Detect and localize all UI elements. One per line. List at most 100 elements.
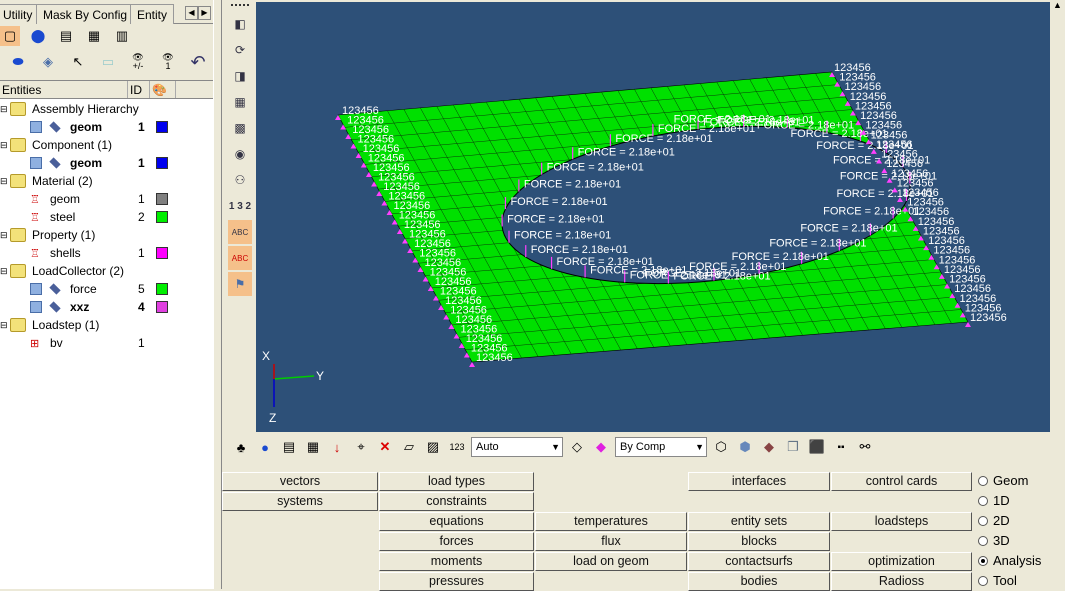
tree-row[interactable]: xxz 4 [0,298,213,316]
forces-button[interactable]: forces [379,532,534,551]
view-front-icon[interactable]: ◧ [228,12,252,36]
color-swatch[interactable] [156,193,168,205]
collapse-icon[interactable]: ⊟ [0,176,8,187]
color-swatch[interactable] [156,247,168,259]
rotate-view-icon[interactable]: ⟳ [228,38,252,62]
col-entities[interactable]: Entities [0,81,128,98]
tree-row[interactable]: ⊟ Property (1) [0,226,213,244]
tree-row[interactable]: ⊟ Material (2) [0,172,213,190]
radio-circle[interactable] [978,515,988,526]
load-on-geom-button[interactable]: load on geom [535,552,687,571]
element-shrink-icon[interactable]: ◆ [759,437,779,457]
radio-tool[interactable]: Tool [978,573,1017,588]
radio-circle[interactable] [978,555,988,566]
tree-row[interactable]: ⊟ Component (1) [0,136,213,154]
mesh-shaded-icon[interactable]: ⬢ [735,437,755,457]
show-hide-icon[interactable]: 👁 +/- [128,52,148,72]
radio-circle[interactable] [978,475,988,486]
transparency-icon[interactable]: ❐ [783,437,803,457]
color-swatch[interactable] [156,301,168,313]
bodies-button[interactable]: bodies [688,572,830,591]
assembly-view-icon[interactable]: ▥ [112,26,132,46]
radio-analysis[interactable]: Analysis [978,553,1041,568]
tree-row[interactable]: ♖ shells 1 [0,244,213,262]
assembly-icon[interactable]: ♣ [231,437,251,457]
constraint-icon[interactable] [469,362,475,367]
flag-icon[interactable]: ⚑ [228,272,252,296]
color-swatch[interactable] [156,283,168,295]
temperatures-button[interactable]: temperatures [535,512,687,531]
material-view-icon[interactable]: ▤ [56,26,76,46]
col-color-icon[interactable]: 🎨 [150,81,176,98]
radio-2d[interactable]: 2D [978,513,1010,528]
component-icon[interactable] [30,157,42,169]
vectors-button[interactable]: vectors [222,472,378,491]
component-icon[interactable] [30,301,42,313]
optimization-button[interactable]: optimization [831,552,972,571]
equations-button[interactable]: equations [379,512,534,531]
mesh-lines-icon[interactable]: ⬡ [711,437,731,457]
element-icon[interactable] [49,157,61,169]
camera-icon[interactable]: ◉ [228,142,252,166]
radio-3d[interactable]: 3D [978,533,1010,548]
collapse-icon[interactable]: ⊟ [0,140,8,151]
glasses-icon[interactable]: ⚯ [855,437,875,457]
load-collector-icon[interactable]: ↓ [327,437,347,457]
element-display-icon[interactable]: ◈ [38,52,58,72]
tree-row[interactable]: ⊟ Loadstep (1) [0,316,213,334]
tab-entity[interactable]: Entity [130,4,175,24]
tree-row[interactable]: ⊟ LoadCollector (2) [0,262,213,280]
isolate-icon[interactable]: ▭ [98,52,118,72]
load-types-button[interactable]: load types [379,472,534,491]
collapse-icon[interactable]: ⊟ [0,104,8,115]
panel-splitter[interactable] [213,0,222,589]
tab-scroll-left-icon[interactable]: ◀ [185,6,198,20]
color-swatch[interactable] [156,121,168,133]
collapse-icon[interactable]: ⊟ [0,266,8,277]
material-icon[interactable]: ▤ [279,437,299,457]
property-view-icon[interactable]: ▦ [84,26,104,46]
tab-scroll-right-icon[interactable]: ▶ [198,6,211,20]
view-top-icon[interactable]: ▩ [228,116,252,140]
tab-mask-by-config[interactable]: Mask By Config [36,4,135,24]
tree-row[interactable]: ♖ steel 2 [0,208,213,226]
shaded-icon[interactable]: ◆ [591,437,611,457]
tree-row[interactable]: ⊟ Assembly Hierarchy [0,100,213,118]
element-icon[interactable] [49,301,61,313]
wireframe-icon[interactable]: ◇ [567,437,587,457]
flux-button[interactable]: flux [535,532,687,551]
iso-view-icon[interactable]: ▦ [228,90,252,114]
col-id[interactable]: ID [128,81,150,98]
find-icon[interactable]: ⚇ [228,168,252,192]
system-icon[interactable]: ⌖ [351,437,371,457]
blocks-button[interactable]: blocks [688,532,830,551]
tree-row[interactable]: ⊞ bv 1 [0,334,213,352]
collapse-icon[interactable]: ⊟ [0,230,8,241]
view-side-icon[interactable]: ◨ [228,64,252,88]
delete-icon[interactable]: ✕ [375,437,395,457]
constraints-button[interactable]: constraints [379,492,534,511]
radio-geom[interactable]: Geom [978,473,1028,488]
radio-circle[interactable] [978,575,988,586]
tree-row[interactable]: geom 1 [0,154,213,172]
grid-icon[interactable]: ▪▪ [831,437,851,457]
component-view-icon[interactable]: ⬤ [28,26,48,46]
radio-circle[interactable] [978,535,988,546]
contactsurfs-button[interactable]: contactsurfs [688,552,830,571]
label-abc-icon[interactable]: ABC [228,220,252,244]
tree-row[interactable]: force 5 [0,280,213,298]
show-only-icon[interactable]: 👁 1 [158,52,178,72]
element-icon[interactable] [49,283,61,295]
renumber-icon[interactable]: 123 [447,437,467,457]
tab-utility[interactable]: Utility [0,4,40,24]
component-display-icon[interactable]: ⬬ [8,52,28,72]
display-mode-select[interactable]: Auto ▼ [471,437,563,457]
component-icon[interactable]: ● [255,437,275,457]
entity-sets-button[interactable]: entity sets [688,512,830,531]
systems-button[interactable]: systems [222,492,378,511]
color-swatch[interactable] [156,211,168,223]
renumber-folder-icon[interactable]: ▨ [423,437,443,457]
control-cards-button[interactable]: control cards [831,472,972,491]
pressures-button[interactable]: pressures [379,572,534,591]
radio-1d[interactable]: 1D [978,493,1010,508]
